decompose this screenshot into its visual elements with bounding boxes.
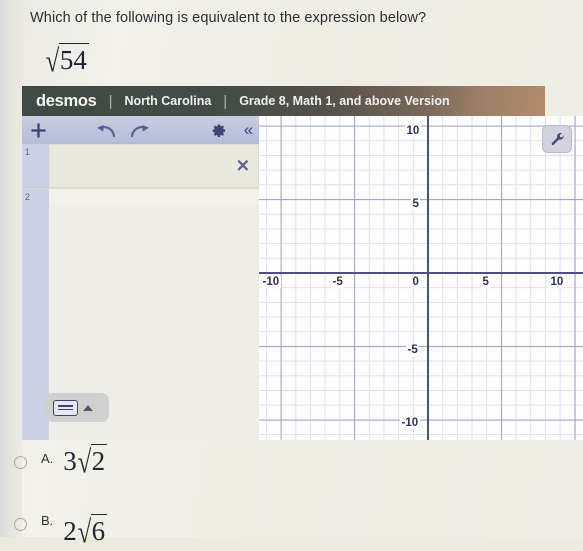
expression-row-number: 1 (22, 144, 49, 188)
x-tick-label: 10 (549, 276, 565, 289)
settings-button[interactable] (209, 116, 230, 144)
graph-settings-wrench-button[interactable] (542, 125, 572, 153)
expression-gutter (22, 205, 49, 440)
answer-option-b[interactable]: B. 2√6 (0, 510, 583, 550)
answer-letter-b: B. (41, 513, 54, 528)
expression-panel[interactable]: « 1 ✕ 2 (22, 116, 259, 440)
undo-arrow-icon (96, 124, 115, 137)
x-tick-label: -5 (331, 276, 345, 289)
y-tick-label: 0 (411, 276, 421, 289)
expression-input-1[interactable]: ✕ (49, 144, 259, 188)
radicand: 6 (90, 514, 108, 546)
radio-button-a[interactable] (14, 456, 27, 469)
radical-sign: √ (77, 514, 92, 550)
keyboard-toggle-button[interactable] (46, 393, 109, 422)
x-axis (259, 272, 583, 274)
major-gridlines (259, 116, 583, 440)
answer-coefficient-b: 2 (63, 516, 77, 546)
collapse-panel-button[interactable]: « (238, 116, 259, 144)
y-tick-label: -5 (406, 344, 420, 357)
add-expression-button[interactable] (22, 116, 55, 144)
y-tick-label: 10 (405, 125, 421, 138)
caret-up-icon (83, 404, 93, 411)
answer-coefficient-a: 3 (63, 446, 77, 476)
answer-letter-a: A. (41, 451, 54, 466)
redo-arrow-icon (130, 124, 149, 137)
header-separator-2: | (223, 92, 228, 110)
wrench-icon (551, 132, 564, 145)
question-prompt: Which of the following is equivalent to … (30, 10, 427, 26)
radical-sign: √ (77, 444, 92, 480)
y-axis (427, 116, 429, 440)
radio-button-b[interactable] (14, 518, 27, 531)
delete-expression-button[interactable]: ✕ (236, 158, 250, 175)
answer-choices[interactable]: A. 3√2 B. 2√6 (0, 444, 583, 550)
desmos-version-label: Grade 8, Math 1, and above Version (239, 94, 450, 108)
expression-row-1[interactable]: 1 ✕ (22, 144, 259, 189)
answer-option-a[interactable]: A. 3√2 (0, 444, 583, 510)
answer-expression-a: 3√2 (63, 444, 108, 480)
desmos-widget[interactable]: desmos | North Carolina | Grade 8, Math … (22, 86, 583, 440)
gear-icon (212, 124, 225, 137)
graph-canvas[interactable]: -10 -5 0 5 10 10 5 0 -5 -10 (259, 116, 583, 440)
header-separator-1: | (108, 92, 113, 110)
desmos-logo: desmos (36, 91, 97, 110)
x-tick-label: 5 (481, 276, 491, 289)
keyboard-icon (53, 399, 78, 416)
redo-button[interactable] (128, 116, 153, 144)
desmos-state-label: North Carolina (124, 94, 212, 108)
desmos-header-bar: desmos | North Carolina | Grade 8, Math … (22, 86, 545, 116)
expression-toolbar[interactable]: « (22, 116, 259, 144)
plus-icon (31, 122, 46, 138)
radicand: 54 (58, 43, 89, 75)
y-tick-label: 5 (411, 198, 421, 211)
radicand: 2 (90, 444, 108, 476)
x-tick-label: -10 (261, 276, 281, 289)
y-tick-label: -10 (400, 417, 420, 430)
answer-radical-a: √2 (77, 444, 108, 480)
radical-expression: √54 (45, 43, 89, 79)
undo-button[interactable] (93, 116, 118, 144)
radical-sign: √ (45, 43, 60, 79)
question-expression: √54 (45, 43, 89, 79)
answer-radical-b: √6 (77, 514, 108, 550)
answer-expression-b: 2√6 (63, 514, 108, 550)
